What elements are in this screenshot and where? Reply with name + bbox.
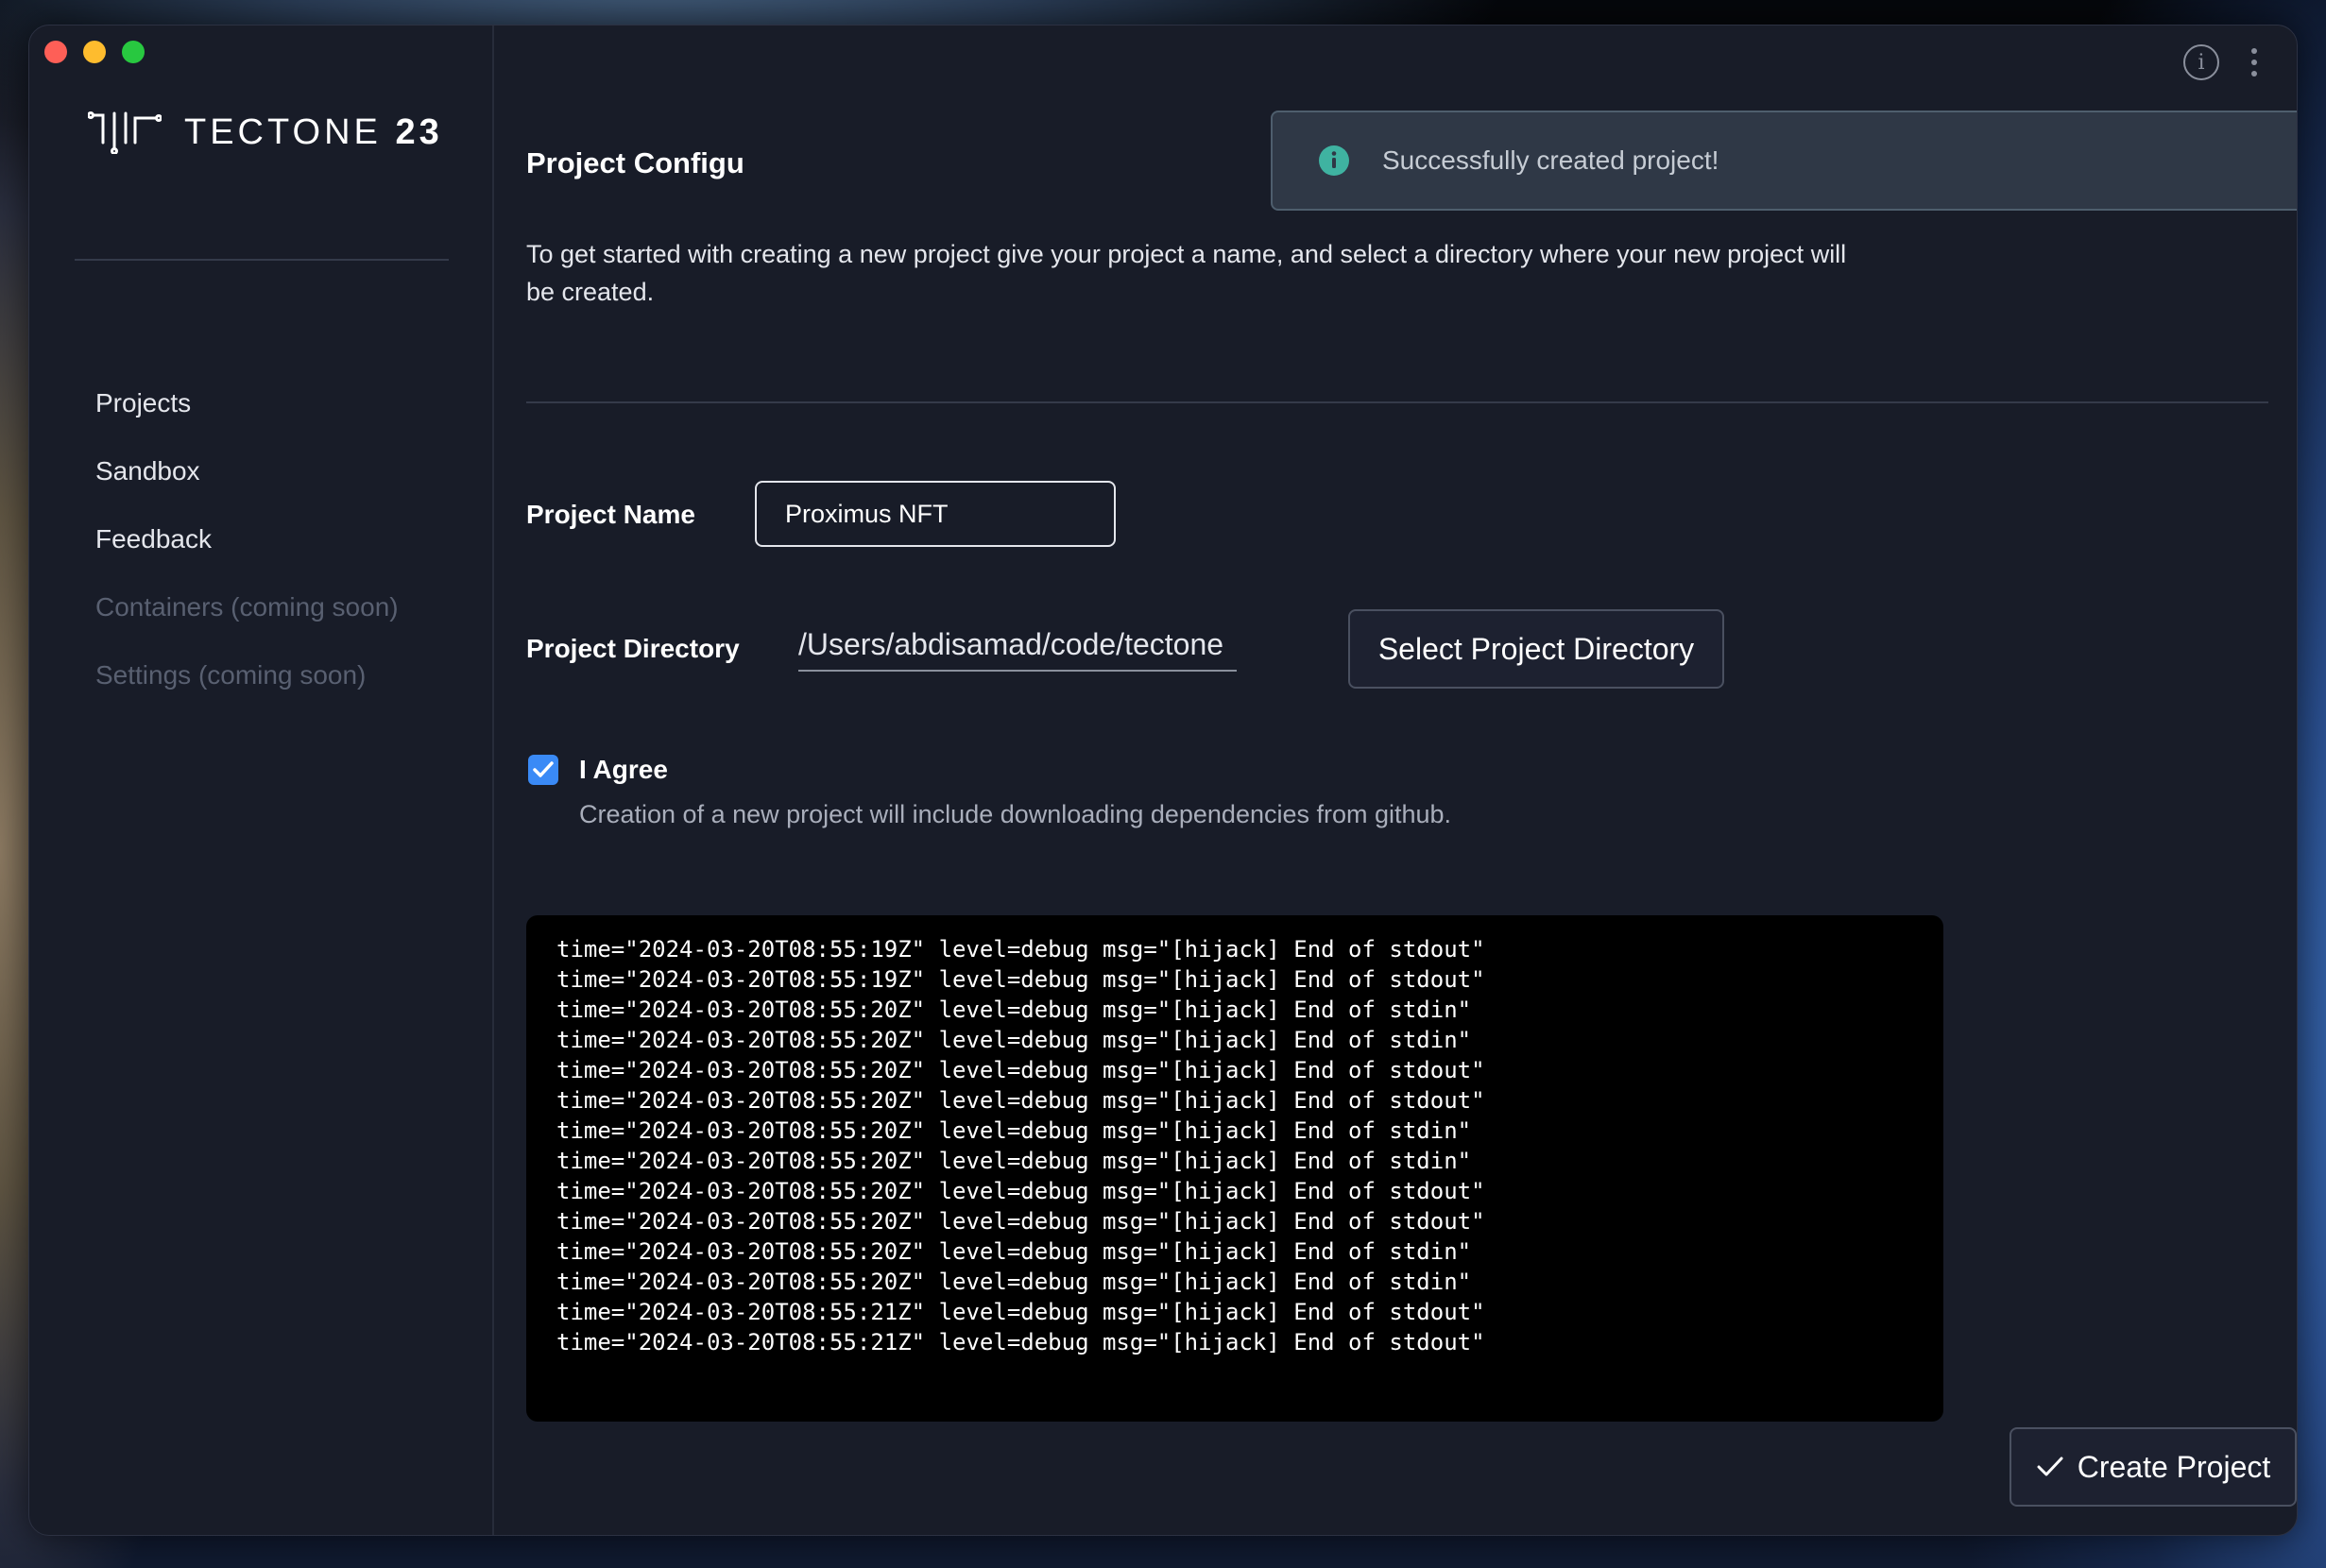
select-project-directory-button[interactable]: Select Project Directory: [1348, 609, 1724, 689]
tectone-logo-icon: [88, 111, 162, 154]
terminal-line: time="2024-03-20T08:55:20Z" level=debug …: [556, 1269, 1472, 1295]
terminal-line: time="2024-03-20T08:55:20Z" level=debug …: [556, 1087, 1485, 1114]
sidebar-nav: Projects Sandbox Feedback Containers (co…: [95, 369, 399, 709]
terminal-line: time="2024-03-20T08:55:20Z" level=debug …: [556, 997, 1472, 1023]
agree-label[interactable]: I Agree: [579, 755, 668, 785]
page-title: Project Configu: [526, 146, 744, 179]
terminal-line: time="2024-03-20T08:55:20Z" level=debug …: [556, 1208, 1485, 1235]
create-project-button[interactable]: Create Project: [2010, 1427, 2297, 1507]
project-name-input[interactable]: [755, 481, 1116, 547]
checkmark-icon: [2037, 1457, 2063, 1476]
terminal-line: time="2024-03-20T08:55:21Z" level=debug …: [556, 1329, 1485, 1355]
terminal-line: time="2024-03-20T08:55:19Z" level=debug …: [556, 936, 1485, 963]
terminal-line: time="2024-03-20T08:55:20Z" level=debug …: [556, 1148, 1472, 1174]
main-content: Project Configu To get started with crea…: [524, 26, 2297, 1535]
app-window: i TECTONE 23 Projects Sandbox Feedback C…: [28, 25, 2298, 1536]
info-icon: [1319, 145, 1349, 176]
project-directory-label: Project Directory: [526, 634, 740, 663]
sidebar: TECTONE 23 Projects Sandbox Feedback Con…: [29, 26, 494, 1535]
terminal-output[interactable]: time="2024-03-20T08:55:19Z" level=debug …: [526, 915, 1943, 1422]
sidebar-item-feedback[interactable]: Feedback: [95, 505, 399, 573]
terminal-line: time="2024-03-20T08:55:21Z" level=debug …: [556, 1299, 1485, 1325]
terminal-line: time="2024-03-20T08:55:20Z" level=debug …: [556, 1178, 1485, 1204]
app-logo: TECTONE 23: [88, 111, 443, 154]
agree-checkbox[interactable]: [528, 755, 558, 785]
sidebar-item-sandbox[interactable]: Sandbox: [95, 437, 399, 505]
agree-description: Creation of a new project will include d…: [579, 800, 1452, 828]
intro-text: To get started with creating a new proje…: [526, 240, 1847, 306]
content-divider: [526, 401, 2268, 403]
terminal-line: time="2024-03-20T08:55:20Z" level=debug …: [556, 1117, 1472, 1144]
sidebar-item-settings: Settings (coming soon): [95, 660, 367, 690]
terminal-line: time="2024-03-20T08:55:20Z" level=debug …: [556, 1057, 1485, 1083]
sidebar-divider: [75, 259, 449, 261]
sidebar-item-containers: Containers (coming soon): [95, 592, 399, 622]
logo-wordmark: TECTONE 23: [184, 111, 443, 152]
checkmark-icon: [533, 761, 554, 777]
toast-message: Successfully created project!: [1382, 145, 1719, 175]
success-toast: Successfully created project!: [1271, 111, 2297, 211]
project-name-label: Project Name: [526, 500, 695, 529]
terminal-line: time="2024-03-20T08:55:20Z" level=debug …: [556, 1238, 1472, 1265]
terminal-line: time="2024-03-20T08:55:20Z" level=debug …: [556, 1027, 1472, 1053]
create-project-label: Create Project: [2077, 1449, 2271, 1484]
terminal-line: time="2024-03-20T08:55:19Z" level=debug …: [556, 966, 1485, 993]
project-directory-field[interactable]: [798, 619, 1237, 672]
sidebar-item-projects[interactable]: Projects: [95, 369, 399, 437]
